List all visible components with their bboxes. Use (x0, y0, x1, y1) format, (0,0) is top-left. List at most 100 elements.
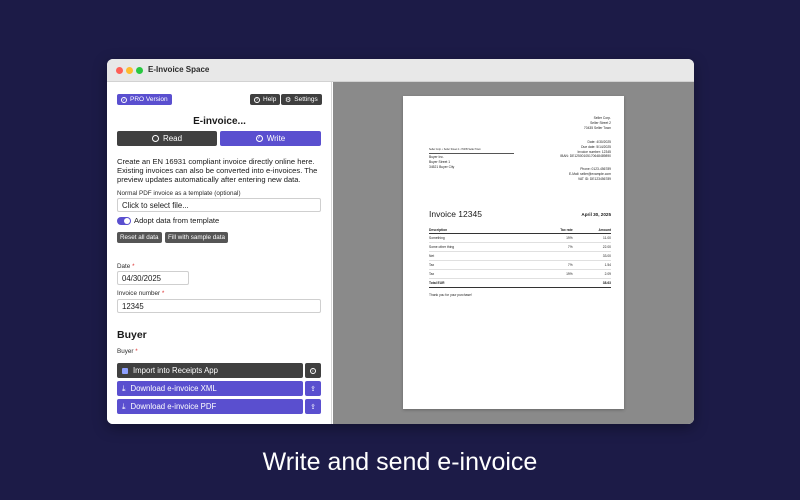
seller-address: Seller Corp. Seller Street 2 70435 Selle… (584, 116, 611, 130)
thank-you-note: Thank you for your purchase! (429, 293, 472, 297)
row-description: Some other thing (429, 242, 535, 252)
minimize-window-button[interactable] (126, 67, 133, 74)
tax-label: Tax (429, 260, 535, 270)
editor-panel: ✓ PRO Version ? Help ⚙ Settings E-invoic… (107, 82, 332, 424)
read-label: Read (162, 134, 183, 143)
share-pdf-button[interactable]: ⇪ (305, 399, 321, 414)
adopt-data-label: Adopt data from template (134, 216, 220, 225)
app-window: E-Invoice Space ✓ PRO Version ? Help ⚙ S… (107, 59, 694, 424)
pro-version-label: PRO Version (130, 96, 168, 103)
table-row: Something 19% 11.00 (429, 233, 611, 243)
column-header-tax: Tax rate (534, 226, 573, 234)
line-items-table: Description Tax rate Amount Something 19… (429, 226, 611, 288)
required-marker: * (135, 348, 138, 355)
intro-text: Create an EN 16931 compliant invoice dir… (117, 157, 318, 184)
import-receipts-button[interactable]: Import into Receipts App (117, 363, 303, 378)
tax-label: Tax (429, 269, 535, 279)
info-icon: i (310, 367, 316, 374)
write-mode-button[interactable]: ✓ Write (220, 131, 321, 146)
contact-line: E-Mail: seller@example.com (568, 171, 611, 176)
reset-all-data-button[interactable]: Reset all data (117, 232, 162, 243)
invoice-number-label-text: Invoice number (117, 290, 161, 297)
settings-button[interactable]: ⚙ Settings (281, 94, 322, 105)
invoice-title: Invoice 12345 (429, 209, 482, 219)
seller-line: 70435 Seller Town (583, 125, 611, 130)
fill-sample-data-button[interactable]: Fill with sample data (165, 232, 229, 243)
invoice-preview-pane: Seller Corp. Seller Street 2 70435 Selle… (333, 82, 694, 424)
meta-line: IBAN: DE12500105170648489890 (560, 154, 611, 159)
date-input[interactable]: 04/30/2025 (117, 271, 189, 285)
row-description: Something (429, 233, 535, 243)
buyer-label-text: Buyer (117, 348, 134, 355)
write-label: Write (266, 134, 286, 143)
total-label: Total EUR (429, 278, 535, 288)
download-xml-button[interactable]: ⤓ Download e-invoice XML (117, 381, 303, 396)
share-icon: ⇪ (310, 403, 316, 411)
marketing-caption: Write and send e-invoice (262, 448, 538, 476)
import-info-button[interactable]: i (305, 363, 321, 378)
column-header-amount: Amount (572, 226, 611, 234)
download-pdf-label: Download e-invoice PDF (130, 402, 217, 411)
pro-version-button[interactable]: ✓ PRO Version (117, 94, 172, 105)
row-amount: 22.00 (572, 242, 611, 252)
required-marker: * (132, 263, 135, 270)
adopt-data-row: Adopt data from template (117, 216, 219, 225)
tax-rate: 19% (534, 269, 573, 279)
share-xml-button[interactable]: ⇪ (305, 381, 321, 396)
invoice-meta: Date: 4/30/2025 Due date: 5/14/2025 Invo… (560, 140, 611, 159)
total-tax (534, 278, 573, 288)
contact-line: VAT ID: DE123456789 (578, 176, 611, 181)
total-row: Total EUR 38.63 (429, 278, 611, 288)
circle-icon (151, 135, 159, 142)
row-amount: 11.00 (572, 233, 611, 243)
buyer-address: Buyer Inc. Buyer Street 1 34521 Buyer Ci… (429, 155, 454, 169)
table-header-row: Description Tax rate Amount (429, 226, 611, 234)
row-tax: 19% (534, 233, 573, 243)
invoice-number-input[interactable]: 12345 (117, 299, 321, 313)
window-title: E-Invoice Space (148, 65, 210, 74)
net-tax (534, 251, 573, 261)
zoom-window-button[interactable] (136, 67, 143, 74)
buyer-label: Buyer * (117, 348, 138, 355)
app-icon (122, 367, 128, 374)
table-row: Some other thing 7% 22.00 (429, 242, 611, 252)
tax-amount: 2.09 (572, 269, 611, 279)
question-icon: ? (254, 96, 260, 103)
help-label: Help (263, 96, 277, 103)
download-xml-label: Download e-invoice XML (130, 384, 217, 393)
tax-amount: 1.54 (572, 260, 611, 270)
total-amount: 38.63 (572, 278, 611, 288)
adopt-data-toggle[interactable] (117, 216, 131, 225)
title-bar: E-Invoice Space (107, 59, 694, 82)
sender-line: Seller Corp. • Seller Street 2 • 70435 S… (429, 148, 514, 154)
read-mode-button[interactable]: Read (117, 131, 217, 146)
template-label: Normal PDF invoice as a template (option… (117, 190, 241, 197)
download-pdf-button[interactable]: ⤓ Download e-invoice PDF (117, 399, 303, 414)
net-label: Net (429, 251, 535, 261)
required-marker: * (161, 290, 165, 297)
download-icon: ⤓ (122, 383, 126, 393)
net-row: Net 33.00 (429, 251, 611, 261)
check-circle-icon: ✓ (255, 135, 263, 142)
gear-icon: ⚙ (285, 96, 292, 104)
tax-row: Tax 19% 2.09 (429, 269, 611, 279)
close-window-button[interactable] (116, 67, 123, 74)
seller-contact: Phone: 0123-456789 E-Mail: seller@exampl… (569, 167, 611, 181)
tax-rate: 7% (534, 260, 573, 270)
buyer-line: 34521 Buyer City (429, 164, 455, 169)
mode-heading: E-invoice... (193, 116, 246, 127)
download-icon: ⤓ (122, 401, 126, 411)
invoice-document: Seller Corp. Seller Street 2 70435 Selle… (403, 96, 624, 409)
date-label-text: Date (117, 263, 131, 270)
date-label: Date * (117, 263, 135, 270)
import-label: Import into Receipts App (133, 366, 218, 375)
template-file-picker[interactable]: Click to select file... (117, 198, 321, 212)
invoice-number-label: Invoice number * (117, 290, 164, 297)
buyer-section-heading: Buyer (117, 329, 147, 341)
share-icon: ⇪ (310, 385, 316, 393)
check-circle-icon: ✓ (121, 96, 127, 103)
help-button[interactable]: ? Help (250, 94, 281, 105)
row-tax: 7% (534, 242, 573, 252)
net-amount: 33.00 (572, 251, 611, 261)
column-header-description: Description (429, 226, 535, 234)
